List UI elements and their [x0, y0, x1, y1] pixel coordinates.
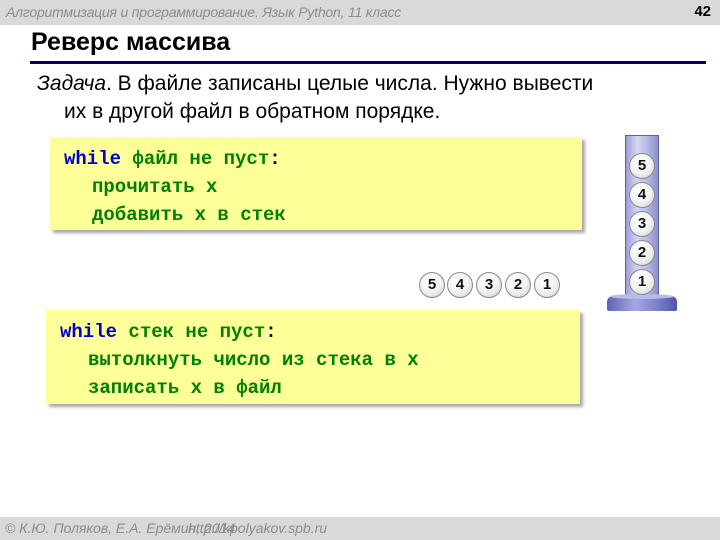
code-line: while стек не пуст: — [60, 318, 277, 346]
output-ball: 4 — [447, 272, 473, 298]
stack-ball: 4 — [629, 182, 655, 208]
task-text-line1: . В файле записаны целые числа. Нужно вы… — [106, 72, 594, 95]
code-line: вытолкнуть число из стека в x — [88, 349, 419, 371]
code-keyword: while — [64, 148, 122, 170]
title-divider — [30, 61, 706, 64]
code-colon: : — [265, 321, 277, 343]
output-ball: 2 — [505, 272, 531, 298]
output-ball: 3 — [476, 272, 502, 298]
code-text: файл не пуст — [121, 148, 270, 170]
code-line: записать x в файл — [88, 377, 282, 399]
stack-ball: 2 — [629, 240, 655, 266]
page-number: 42 — [694, 3, 711, 20]
code-block-pop: while стек не пуст: вытолкнуть число из … — [46, 310, 580, 404]
header-bar: Алгоритмизация и программирование. Язык … — [0, 0, 720, 25]
task-text-line2: их в другой файл в обратном порядке. — [64, 100, 441, 123]
code-block-push: while файл не пуст: прочитать x добавить… — [50, 137, 582, 230]
output-ball: 1 — [534, 272, 560, 298]
task-statement: Задача. В файле записаны целые числа. Ну… — [37, 70, 697, 126]
stack-ball: 5 — [629, 153, 655, 179]
slide-title: Реверс массива — [31, 28, 231, 56]
code-text: стек не пуст — [117, 321, 266, 343]
code-line: добавить x в стек — [92, 204, 286, 226]
code-line: прочитать x — [92, 176, 218, 198]
footer-url-link[interactable]: http://kpolyakov.spb.ru — [188, 520, 327, 536]
code-colon: : — [269, 148, 281, 170]
code-keyword: while — [60, 321, 118, 343]
output-ball: 5 — [419, 272, 445, 298]
stack-ball: 1 — [629, 269, 655, 295]
course-title: Алгоритмизация и программирование. Язык … — [6, 4, 402, 20]
footer-bar: © К.Ю. Поляков, Е.А. Ерёмин, 2014 http:/… — [0, 517, 720, 540]
code-line: while файл не пуст: — [64, 145, 281, 173]
stack-ball: 3 — [629, 211, 655, 237]
task-label: Задача — [37, 72, 106, 95]
